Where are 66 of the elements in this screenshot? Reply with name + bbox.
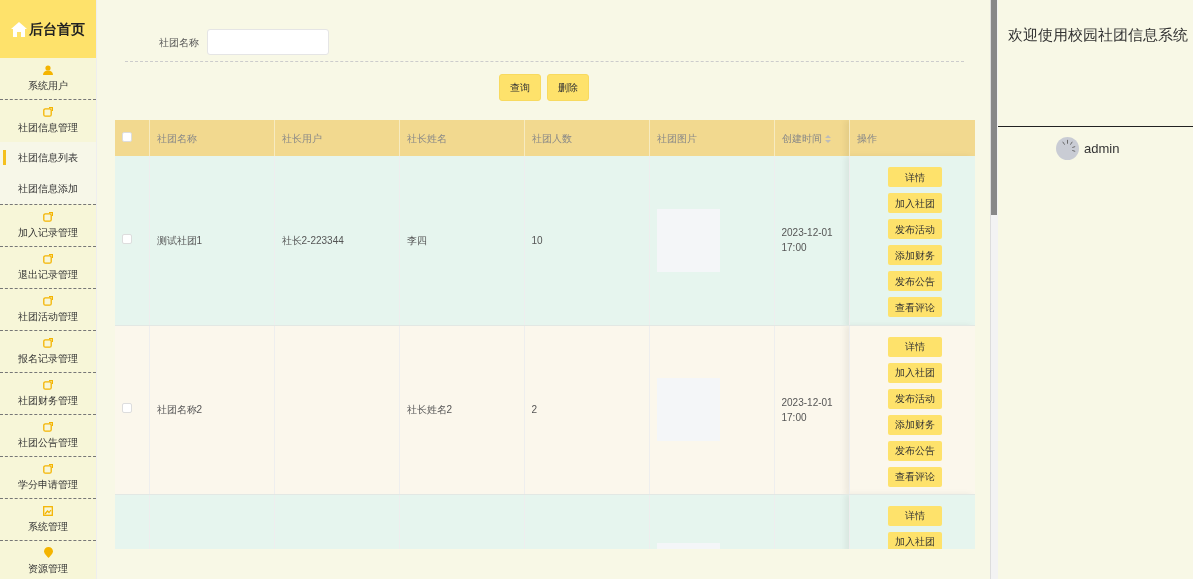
sidebar-subitem[interactable]: 社团信息列表 (0, 142, 96, 173)
row-action-button[interactable]: 发布活动 (888, 388, 942, 409)
edit-icon (43, 421, 53, 432)
sidebar-item[interactable]: 社团财务管理 (18, 392, 78, 408)
sidebar-subitem[interactable]: 社团信息添加 (0, 173, 96, 204)
row-checkbox[interactable] (122, 233, 132, 244)
sidebar-item[interactable]: 退出记录管理 (18, 266, 78, 282)
row-action-button[interactable]: 添加财务 (888, 414, 942, 435)
sidebar-item[interactable]: 社团公告管理 (18, 434, 78, 450)
column-header: 社团名称 (156, 132, 197, 144)
row-action-button[interactable]: 详情 (888, 336, 942, 357)
table-cell: 李四 (406, 234, 427, 246)
row-action-button[interactable]: 详情 (888, 505, 942, 526)
row-action-button[interactable]: 发布活动 (888, 219, 942, 239)
table-cell: 2 (531, 404, 538, 415)
table-cell: 测试社团1 (156, 234, 203, 246)
row-action-button[interactable]: 添加财务 (888, 245, 942, 265)
row-action-button[interactable]: 加入社团 (888, 362, 942, 383)
table-cell: 10 (531, 234, 543, 246)
action-button[interactable]: 查询 (498, 74, 541, 101)
sidebar-item[interactable]: 报名记录管理 (18, 350, 78, 366)
edit-icon (43, 253, 53, 264)
table-cell: 2023-12-01 17:00 (781, 396, 833, 423)
edit-icon (43, 379, 53, 390)
table-cell: 社长2-223344 (281, 234, 344, 246)
row-action-button[interactable]: 加入社团 (888, 193, 942, 213)
user-icon (43, 64, 53, 75)
avatar-icon[interactable] (1056, 137, 1079, 160)
scrollbar-thumb[interactable] (991, 0, 997, 215)
row-checkbox[interactable] (122, 403, 132, 413)
sidebar-item[interactable]: 学分申请管理 (18, 476, 78, 492)
column-header: 社长姓名 (406, 132, 447, 144)
image-icon (43, 505, 53, 516)
column-header: 社长用户 (281, 132, 322, 144)
sort-icon[interactable] (824, 134, 831, 143)
row-action-button[interactable]: 详情 (888, 167, 942, 187)
table-cell: 社团名称2 (156, 404, 203, 415)
location-pin-icon (43, 547, 53, 558)
sidebar-item[interactable]: 资源管理 (28, 561, 68, 576)
search-field[interactable] (207, 29, 329, 55)
sidebar-item[interactable]: 系统用户 (28, 77, 68, 93)
row-action-button[interactable]: 发布公告 (888, 440, 942, 461)
home-icon (11, 21, 27, 37)
field-label: 社团名称 (159, 35, 199, 50)
table-cell: 社长姓名2 (406, 404, 453, 415)
edit-icon (43, 463, 53, 474)
username[interactable]: admin (1084, 138, 1120, 159)
select-all-checkbox[interactable] (122, 131, 132, 142)
action-button[interactable]: 删除 (546, 74, 589, 101)
edit-icon (43, 337, 53, 348)
row-action-button[interactable]: 查看评论 (888, 297, 942, 317)
row-action-button[interactable]: 发布公告 (888, 271, 942, 291)
edit-icon (43, 211, 53, 222)
row-action-button[interactable]: 查看评论 (888, 466, 942, 487)
column-header: 社团人数 (531, 132, 572, 144)
sidebar-item[interactable]: 社团信息管理 (18, 120, 78, 135)
table-cell: 2023-12-01 17:00 (781, 227, 833, 254)
edit-icon (43, 295, 53, 306)
column-header: 操作 (856, 132, 877, 144)
row-action-button[interactable]: 加入社团 (888, 531, 942, 549)
edit-icon (43, 107, 53, 117)
welcome-title: 欢迎使用校园社团信息系统 (998, 0, 1193, 127)
sidebar-item[interactable]: 社团活动管理 (18, 308, 78, 324)
column-header: 社团图片 (656, 132, 697, 144)
sidebar-item[interactable]: 加入记录管理 (18, 224, 78, 240)
sidebar-item[interactable]: 系统管理 (28, 518, 68, 534)
